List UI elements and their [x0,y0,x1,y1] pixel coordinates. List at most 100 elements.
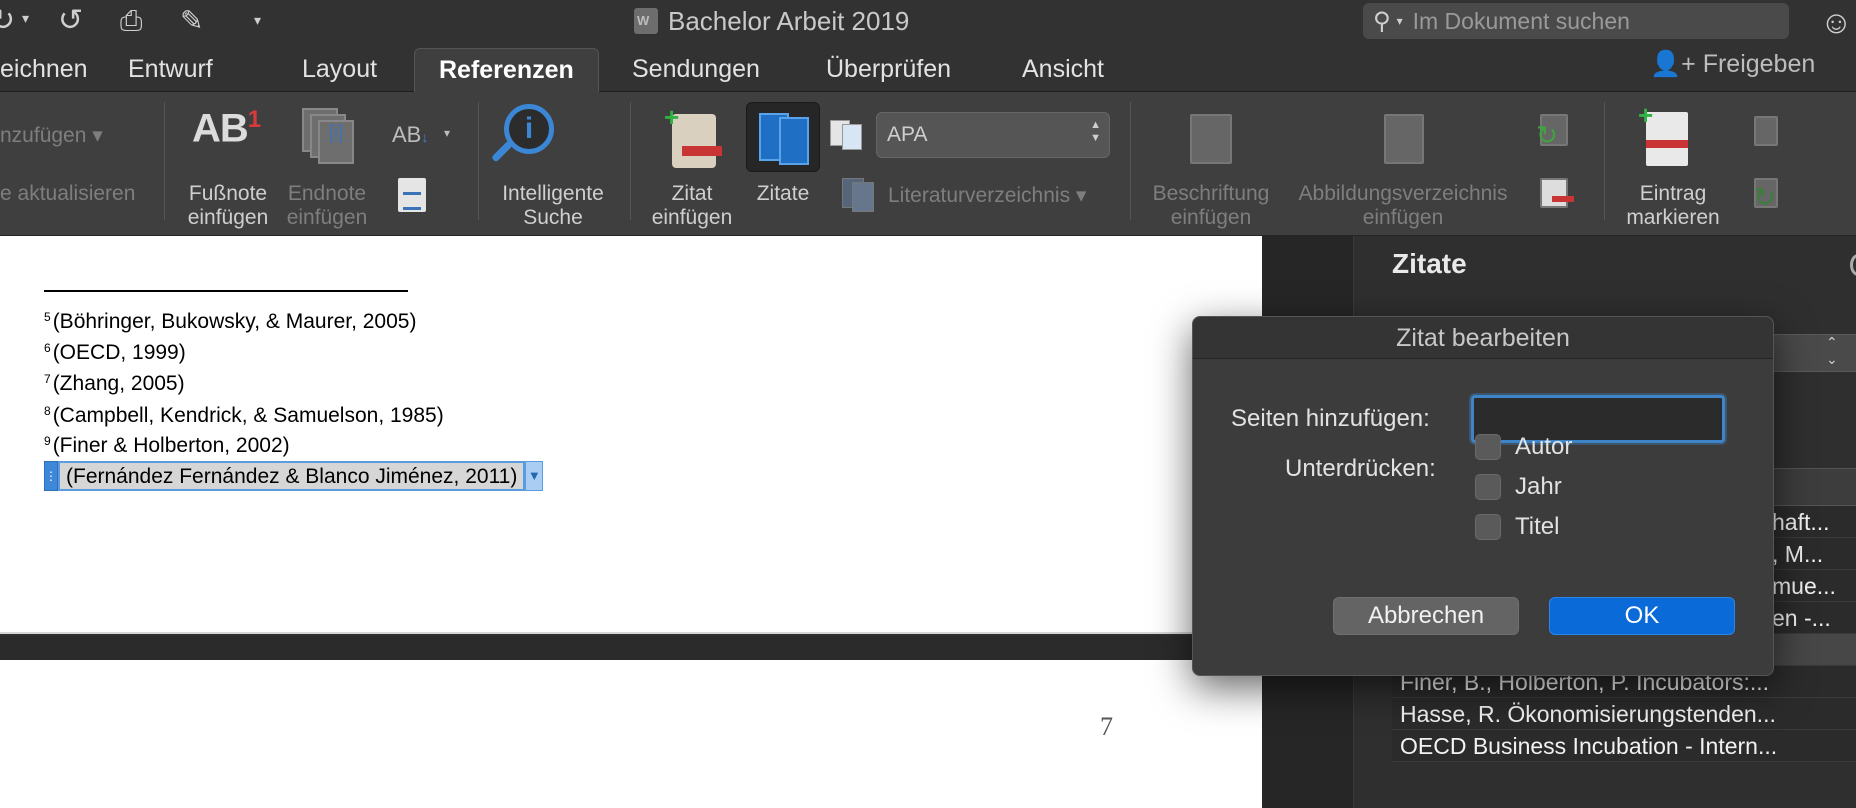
stepper-arrows-icon: ▲ ▼ [1090,119,1101,144]
ribbon-separator [164,102,165,220]
edit-document-icon[interactable]: ✎ [180,4,203,38]
footnote-number: 5 [44,310,51,324]
mark-entry-button[interactable]: Eintrag markieren [1620,182,1726,230]
mark-entry-icon[interactable]: + [1638,100,1696,168]
footnote-text: (Zhang, 2005) [52,372,185,395]
print-icon[interactable]: ⎙ [120,4,142,38]
document-area: 5(Böhringer, Bukowsky, & Maurer, 2005) 6… [0,236,1262,808]
pages-label: Seiten hinzufügen: [1231,405,1430,432]
drag-handle-icon[interactable]: ⋮ [44,461,58,491]
footnote-item[interactable]: 9(Finer & Holberton, 2002) [44,434,290,458]
ribbon-separator [630,102,631,220]
insert-citation-label-1: Zitat [671,182,713,205]
refresh-icon: ↻ [1536,120,1558,150]
bibliography-button: Literaturverzeichnis ▾ [888,184,1087,207]
checkbox-label-year: Jahr [1515,473,1562,500]
checkbox-box[interactable] [1475,514,1501,540]
list-item[interactable]: OECD Business Incubation - Intern... [1392,730,1856,762]
footnote-text: (Finer & Holberton, 2002) [52,434,290,457]
footnote-item[interactable]: 6(OECD, 1999) [44,341,186,365]
chevron-down-icon[interactable]: ▾ [444,126,450,140]
tab-zeichnen[interactable]: eichnen [0,48,112,92]
citation-content-control[interactable]: ⋮ (Fernández Fernández & Blanco Jiménez,… [44,460,544,492]
cancel-button[interactable]: Abbrechen [1333,597,1519,635]
chevron-down-icon[interactable]: ▼ [525,461,544,491]
bibliography-icon [842,178,878,214]
tab-sendungen[interactable]: Sendungen [632,48,760,92]
toc-add-label: nzufügen [0,124,87,147]
share-button[interactable]: 👤+ Freigeben [1650,50,1815,79]
footnote-item[interactable]: 7(Zhang, 2005) [44,372,185,396]
toc-add-text-button[interactable]: nzufügen ▾ [0,124,103,148]
repeat-icon[interactable]: ↺ [58,4,83,38]
tab-entwurf[interactable]: Entwurf [128,48,213,92]
edit-citation-dialog: Zitat bearbeiten Seiten hinzufügen: Unte… [1192,316,1774,676]
footnote-number: 8 [44,404,51,418]
suppress-title-checkbox[interactable]: Titel [1475,513,1559,541]
manage-sources-icon[interactable] [828,118,868,152]
footnote-item[interactable]: 8(Campbell, Kendrick, & Samuelson, 1985) [44,404,444,428]
page-number: 7 [1100,712,1113,741]
citations-label: Zitate [756,182,810,205]
insert-citation-button[interactable]: Zitat einfügen [648,182,736,230]
insert-footnote-button[interactable]: Fußnote einfügen [184,182,272,230]
insert-citation-label-2: einfügen [651,206,733,229]
footnote-item[interactable]: 5(Böhringer, Bukowsky, & Maurer, 2005) [44,310,416,334]
insert-citation-icon[interactable]: + [664,102,724,172]
checkbox-box[interactable] [1475,474,1501,500]
next-footnote-icon[interactable]: AB↓ [392,122,428,148]
document-title-area: Bachelor Arbeit 2019 [634,4,909,38]
citation-field-text[interactable]: (Fernández Fernández & Blanco Jiménez, 2… [58,461,526,491]
customize-toolbar-icon[interactable]: ▾ [254,12,261,29]
search-icon[interactable]: ⚲ [1373,7,1391,36]
tab-layout[interactable]: Layout [302,48,377,92]
table-of-figures-icon [1384,114,1424,164]
redo-icon[interactable]: ↻ [0,4,15,38]
chevron-down-icon[interactable]: ▾ [22,10,29,27]
smart-lookup-button[interactable]: Intelligente Suche [496,182,610,230]
footnote-icon[interactable]: AB1 [192,106,261,151]
list-item[interactable]: Hasse, R. Ökonomisierungstenden... [1392,698,1856,730]
ribbon-tabs: eichnen Entwurf Layout Referenzen Sendun… [0,42,1856,92]
tab-ansicht[interactable]: Ansicht [1022,48,1104,92]
table-of-figures-button: Abbildungsverzeichnis einfügen [1290,182,1516,230]
mark-entry-label-1: Eintrag [1639,182,1707,205]
bibliography-label: Literaturverzeichnis [888,184,1071,207]
ok-button[interactable]: OK [1549,597,1735,635]
page-gap [0,636,1262,660]
tab-ueberpruefen[interactable]: Überprüfen [826,48,951,92]
insert-caption-button: Beschriftung einfügen [1148,182,1274,230]
document-search-box[interactable]: ⚲ ▾ [1363,3,1789,39]
stepper-arrows-icon: ⌃ ⌄ [1826,334,1838,367]
footnote-number: 6 [44,341,51,355]
citations-pane-button[interactable] [746,102,820,172]
insert-index-icon [1754,116,1778,146]
feedback-smiley-icon[interactable]: ☺ [1820,4,1853,41]
suppress-year-checkbox[interactable]: Jahr [1475,473,1562,501]
table-of-figures-label-1: Abbildungsverzeichnis [1298,182,1508,205]
show-notes-icon[interactable] [398,178,426,212]
ribbon-separator [1604,102,1605,220]
document-page[interactable]: 7 [0,660,1262,808]
smart-lookup-icon[interactable]: i [490,104,556,174]
cross-reference-icon[interactable] [1540,178,1568,208]
endnote-icon: [i] [302,108,354,164]
dialog-titlebar: Zitat bearbeiten [1193,317,1773,359]
ribbon-separator [1130,102,1131,220]
chevron-down-icon[interactable]: ▾ [1397,14,1403,28]
checkbox-label-title: Titel [1515,513,1560,540]
checkbox-label-author: Autor [1515,433,1573,460]
ribbon-references: nzufügen ▾ e aktualisieren AB1 Fußnote e… [0,92,1856,236]
table-of-figures-label-2: einfügen [1362,206,1444,229]
suppress-label: Unterdrücken: [1285,455,1436,482]
checkbox-box[interactable] [1475,434,1501,460]
suppress-author-checkbox[interactable]: Autor [1475,433,1572,461]
caption-label-2: einfügen [1170,206,1252,229]
pane-close-icon[interactable] [1850,254,1856,276]
document-page[interactable]: 5(Böhringer, Bukowsky, & Maurer, 2005) 6… [0,236,1262,634]
toc-update-button[interactable]: e aktualisieren [0,182,135,206]
search-input[interactable] [1412,7,1773,35]
tab-referenzen[interactable]: Referenzen [414,48,599,92]
citation-style-select[interactable]: APA ▲ ▼ [876,112,1110,158]
footnote-text: (Campbell, Kendrick, & Samuelson, 1985) [52,404,444,427]
